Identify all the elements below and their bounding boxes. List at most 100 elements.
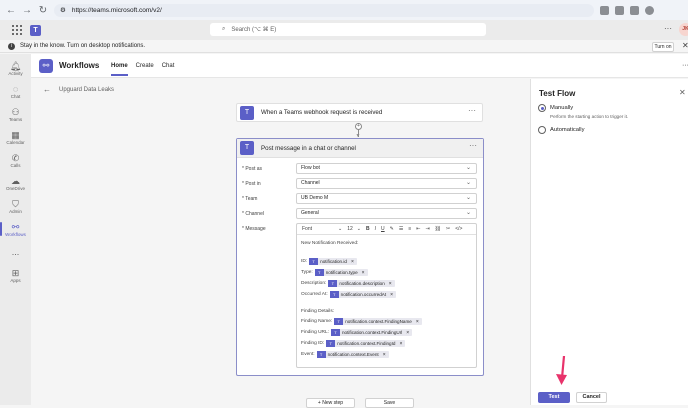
remove-token-icon[interactable]: × — [406, 330, 409, 336]
tab-home[interactable]: Home — [111, 54, 128, 78]
channel-dropdown[interactable]: General ⌄ — [296, 208, 477, 219]
extension-icon[interactable] — [615, 5, 624, 15]
apps-icon: ⊞ — [11, 267, 20, 278]
rail-item-workflows[interactable]: ⚯ Workflows — [0, 217, 31, 241]
back-arrow-icon[interactable]: ← — [43, 85, 51, 94]
app-launcher-icon[interactable] — [12, 25, 22, 35]
rail-item-activity[interactable]: 🔔︎ Activity — [0, 56, 31, 80]
rail-item-calendar[interactable]: ▦ Calendar — [0, 125, 31, 149]
dynamic-token[interactable]: Tnotification.context.FindingUrl × — [331, 329, 413, 336]
highlight-icon[interactable]: ✎ — [390, 226, 394, 232]
rail-item-apps[interactable]: ⊞ Apps — [0, 263, 31, 287]
forward-arrow-icon[interactable]: → — [22, 5, 32, 16]
font-select[interactable]: Font ⌄ — [302, 226, 342, 232]
bold-icon[interactable]: B — [366, 226, 370, 232]
rail-item-label: Apps — [10, 277, 21, 283]
more-options-icon[interactable]: ··· — [469, 141, 477, 150]
underline-icon[interactable]: U — [381, 226, 385, 232]
remove-token-icon[interactable]: × — [351, 259, 354, 265]
cancel-button[interactable]: Cancel — [576, 392, 607, 403]
manually-radio[interactable] — [538, 104, 546, 112]
more-options-icon[interactable]: ··· — [468, 106, 476, 115]
search-input[interactable]: ⌕ Search (⌥ ⌘ E) — [210, 23, 486, 36]
more-options-icon[interactable]: ··· — [682, 62, 688, 69]
link-icon[interactable]: ⛓ — [435, 226, 441, 232]
turn-on-button[interactable]: Turn on — [652, 41, 674, 52]
teams-logo-icon: T — [30, 24, 41, 36]
remove-token-icon[interactable]: × — [416, 319, 419, 325]
save-button[interactable]: Save — [365, 398, 414, 408]
line-label: Event: — [301, 352, 315, 357]
chevron-down-icon: ⌄ — [338, 226, 343, 232]
flow-canvas: ← Upguard Data Leaks T When a Teams webh… — [31, 79, 530, 408]
rail-item-label: Teams — [8, 116, 23, 122]
unlink-icon[interactable]: ✂ — [446, 226, 450, 232]
action-header[interactable]: T Post message in a chat or channel ··· — [237, 139, 483, 158]
dynamic-token[interactable]: Tnotification.id × — [309, 258, 357, 265]
message-editor[interactable]: Font ⌄ 12 ⌄ B I U ✎ ☰ ≡ ⇤ ⇥ ⛓ ✂ </> New No… — [296, 223, 477, 368]
extension-icon[interactable] — [630, 5, 639, 15]
insert-step-icon[interactable]: + — [355, 123, 362, 130]
remove-token-icon[interactable]: × — [362, 270, 365, 276]
message-line: ID: Tnotification.id × — [301, 258, 357, 265]
team-dropdown[interactable]: UB Demo M ⌄ — [296, 193, 477, 204]
close-icon[interactable]: ✕ — [682, 41, 688, 50]
extension-icon[interactable] — [600, 5, 609, 15]
dynamic-token[interactable]: Tnotification.occurredAt × — [329, 291, 397, 298]
rail-item-teams[interactable]: ⚇ Teams — [0, 102, 31, 126]
italic-icon[interactable]: I — [375, 226, 376, 232]
chevron-down-icon: ⌄ — [465, 165, 471, 171]
numbered-list-icon[interactable]: ≡ — [408, 226, 411, 232]
dynamic-token[interactable]: Tnotification.context.Event × — [316, 351, 389, 358]
close-icon[interactable]: ✕ — [679, 88, 686, 97]
breadcrumb[interactable]: ← Upguard Data Leaks — [43, 85, 114, 94]
rich-text-toolbar: Font ⌄ 12 ⌄ B I U ✎ ☰ ≡ ⇤ ⇥ ⛓ ✂ </> — [297, 224, 476, 235]
rail-item-chat[interactable]: ◌ Chat — [0, 79, 31, 103]
annotation-arrow-icon — [556, 356, 567, 385]
dynamic-token[interactable]: Tnotification.description × — [328, 280, 395, 287]
font-size-select[interactable]: 12 ⌄ — [347, 226, 361, 232]
token-text: notification.id — [320, 259, 347, 264]
post-in-dropdown[interactable]: Channel ⌄ — [296, 178, 477, 189]
trigger-card[interactable]: T When a Teams webhook request is receiv… — [236, 103, 483, 122]
reload-icon[interactable]: ↻ — [38, 5, 48, 16]
message-line: Type: Tnotification.type × — [301, 269, 368, 276]
teams-connector-icon: T — [240, 105, 254, 120]
rail-item-calls[interactable]: ✆ Calls — [0, 148, 31, 172]
token-text: notification.description — [339, 281, 385, 286]
teams-header: T ⌕ Search (⌥ ⌘ E) ··· JK — [0, 20, 688, 40]
rail-item-more[interactable]: ... — [0, 240, 31, 264]
font-size-value: 12 — [347, 226, 353, 232]
back-arrow-icon[interactable]: ← — [6, 5, 16, 16]
message-heading: New Notification Received: — [301, 241, 359, 246]
remove-token-icon[interactable]: × — [389, 281, 392, 287]
remove-token-icon[interactable]: × — [399, 341, 402, 347]
increase-indent-icon[interactable]: ⇥ — [425, 226, 429, 232]
tab-chat[interactable]: Chat — [162, 54, 175, 78]
post-as-dropdown[interactable]: Flow bot ⌄ — [296, 163, 477, 174]
notification-banner: i Stay in the know. Turn on desktop noti… — [0, 40, 688, 53]
dynamic-token[interactable]: Tnotification.type × — [314, 269, 368, 276]
site-settings-icon[interactable]: ⚙ — [60, 6, 66, 14]
bullet-list-icon[interactable]: ☰ — [399, 226, 403, 232]
dynamic-token[interactable]: Tnotification.context.FindingName × — [334, 318, 422, 325]
decrease-indent-icon[interactable]: ⇤ — [416, 226, 420, 232]
dynamic-token[interactable]: Tnotification.context.FindingId × — [326, 340, 406, 347]
more-options-icon[interactable]: ··· — [664, 24, 672, 33]
rail-item-label: Calendar — [6, 139, 25, 145]
test-button[interactable]: Test — [538, 392, 570, 403]
code-view-icon[interactable]: </> — [455, 226, 462, 232]
profile-icon[interactable] — [645, 5, 654, 15]
remove-token-icon[interactable]: × — [383, 352, 386, 358]
rail-item-admin[interactable]: ⛉ Admin — [0, 194, 31, 218]
teams-icon: ⚇ — [11, 106, 20, 117]
field-value: UB Demo M — [301, 195, 329, 201]
remove-token-icon[interactable]: × — [390, 292, 393, 298]
avatar[interactable]: JK — [679, 23, 688, 36]
line-label: ID: — [301, 259, 308, 264]
tab-create[interactable]: Create — [136, 54, 154, 78]
automatically-radio[interactable] — [538, 126, 546, 134]
address-bar[interactable]: ⚙ https://teams.microsoft.com/v2/ — [54, 3, 594, 17]
rail-item-onedrive[interactable]: ☁ OneDrive — [0, 171, 31, 195]
new-step-button[interactable]: + New step — [306, 398, 355, 408]
